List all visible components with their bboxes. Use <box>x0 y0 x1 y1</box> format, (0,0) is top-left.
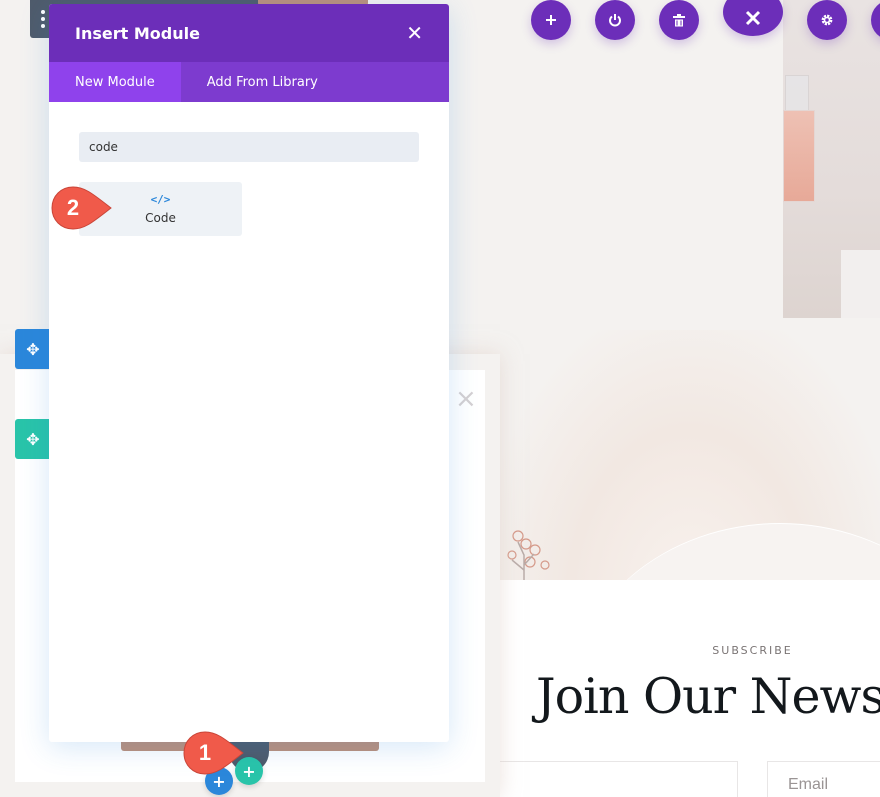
modal-title: Insert Module <box>75 23 200 43</box>
callout-marker-2: 2 <box>51 186 112 230</box>
tree-illustration <box>507 530 550 580</box>
toolbar-delete-button[interactable] <box>659 0 699 40</box>
newsletter-eyebrow: SUBSCRIBE <box>712 644 793 657</box>
row-move-handle[interactable]: ✥ <box>15 419 51 459</box>
newsletter-title: Join Our Newsletter <box>536 668 880 725</box>
module-label: Code <box>145 211 176 225</box>
hero-image <box>783 0 880 318</box>
toolbar-settings-button[interactable] <box>807 0 847 40</box>
toolbar-power-button[interactable] <box>595 0 635 40</box>
email-field[interactable]: Email <box>767 761 880 797</box>
module-search-input[interactable] <box>79 132 419 162</box>
toolbar-add-button[interactable] <box>531 0 571 40</box>
newsletter-section: SUBSCRIBE Join Our Newsletter Email <box>500 580 880 797</box>
tab-new-module[interactable]: New Module <box>49 62 181 102</box>
callout-number: 1 <box>198 740 212 765</box>
more-options-icon[interactable] <box>38 10 48 34</box>
close-icon[interactable]: ✕ <box>406 23 423 43</box>
perfume-bottle <box>783 110 815 202</box>
move-icon: ✥ <box>26 339 40 359</box>
plus-icon <box>546 15 556 25</box>
insert-module-modal: Insert Module ✕ New Module Add From Libr… <box>49 4 449 742</box>
trash-icon <box>673 13 685 27</box>
popup-close-icon[interactable]: × <box>455 386 477 412</box>
product-box <box>841 250 880 318</box>
move-icon: ✥ <box>26 429 40 449</box>
callout-number: 2 <box>66 195 80 220</box>
callout-marker-1: 1 <box>183 731 244 775</box>
close-icon <box>745 10 761 26</box>
section-move-handle[interactable]: ✥ <box>15 329 51 369</box>
tab-add-from-library[interactable]: Add From Library <box>181 62 344 102</box>
toolbar-close-button[interactable] <box>723 0 783 36</box>
gear-icon <box>821 14 833 26</box>
modal-tabs: New Module Add From Library <box>49 62 449 102</box>
code-icon: </> <box>150 193 171 206</box>
modal-header: Insert Module ✕ <box>49 4 449 62</box>
name-field[interactable] <box>500 761 738 797</box>
perfume-bottle-cap <box>785 75 809 111</box>
power-icon <box>609 14 621 27</box>
